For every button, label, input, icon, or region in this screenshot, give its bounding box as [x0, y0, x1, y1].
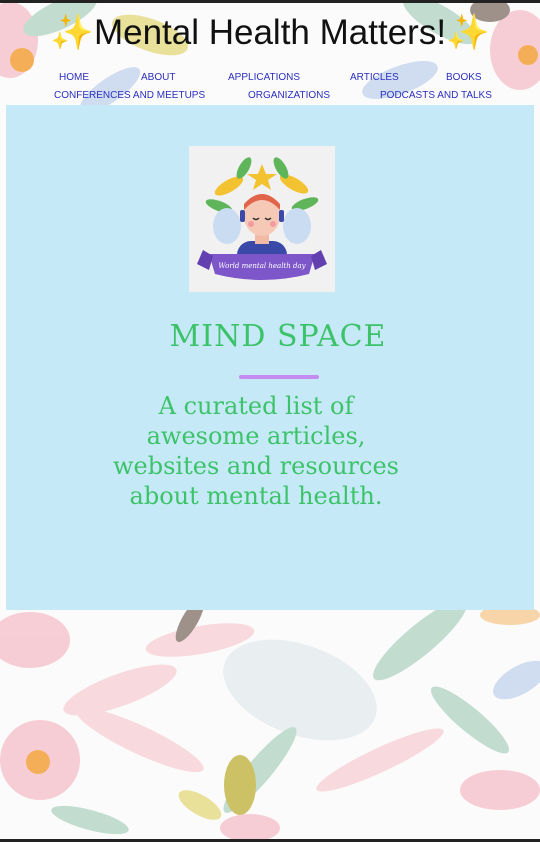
nav-link-podcasts[interactable]: PODCASTS AND TALKS: [380, 90, 492, 101]
hero-tagline: A curated list of awesome articles, webs…: [113, 392, 399, 510]
nav-link-books[interactable]: BOOKS: [446, 72, 482, 83]
nav-link-organizations[interactable]: ORGANIZATIONS: [248, 90, 330, 101]
hero-heading: MIND SPACE: [169, 319, 387, 354]
nav-link-articles[interactable]: ARTICLES: [350, 72, 399, 83]
hero-illustration: World mental health day: [189, 146, 335, 292]
nav-link-home[interactable]: HOME: [59, 72, 89, 83]
nav-link-about[interactable]: ABOUT: [141, 72, 175, 83]
nav-link-conferences[interactable]: CONFERENCES AND MEETUPS: [54, 90, 205, 101]
nav-link-applications[interactable]: APPLICATIONS: [228, 72, 300, 83]
heading-divider: [239, 375, 319, 379]
site-title: ✨Mental Health Matters!✨: [50, 13, 490, 52]
hero-card: World mental health day MIND SPACE A cur…: [6, 105, 534, 610]
meditating-person-illustration: World mental health day: [189, 146, 335, 292]
ribbon-text: World mental health day: [218, 262, 306, 270]
